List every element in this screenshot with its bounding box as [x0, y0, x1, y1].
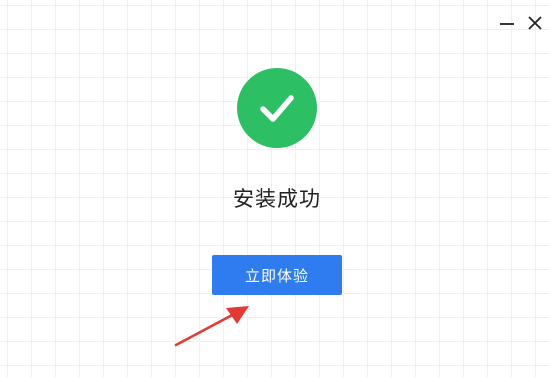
minimize-icon [500, 23, 514, 25]
close-button[interactable] [526, 14, 544, 32]
installer-window: 安装成功 立即体验 [0, 0, 549, 377]
window-controls [498, 14, 544, 32]
checkmark-icon [260, 95, 294, 122]
minimize-button[interactable] [498, 14, 516, 32]
close-icon [528, 16, 542, 30]
red-arrow-icon [174, 306, 249, 347]
success-badge [237, 68, 317, 148]
try-now-button[interactable]: 立即体验 [212, 255, 342, 295]
status-title: 安装成功 [233, 187, 321, 211]
